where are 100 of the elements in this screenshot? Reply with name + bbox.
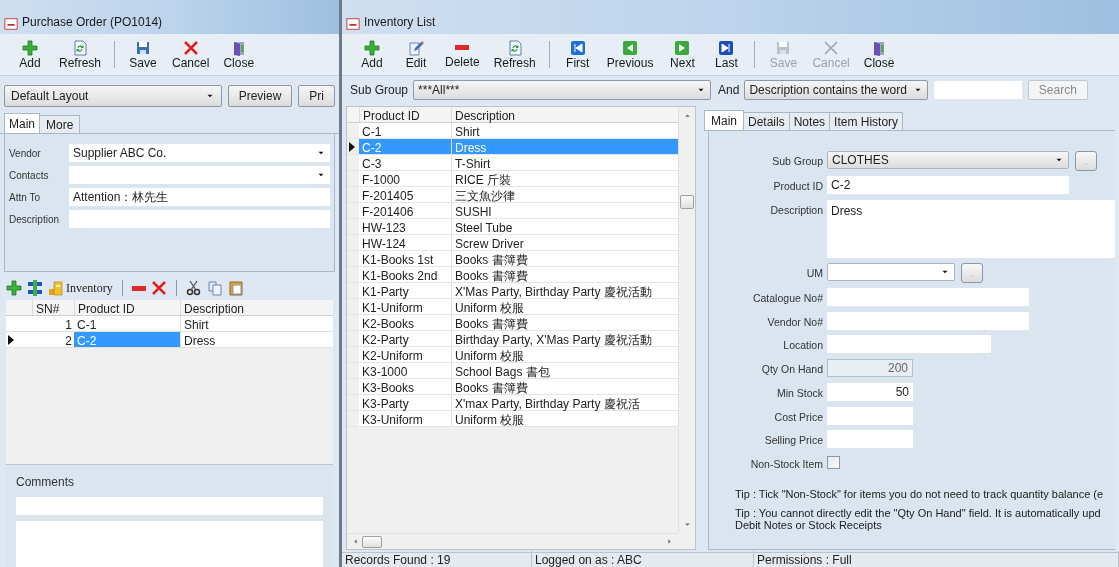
input-field[interactable]	[69, 210, 330, 228]
dropdown-field[interactable]	[69, 166, 330, 184]
comment-input-field[interactable]	[16, 497, 323, 515]
table-cell-text: K2-Uniform	[361, 348, 424, 362]
checkbox[interactable]	[827, 456, 840, 469]
paste-button[interactable]	[227, 280, 244, 296]
pencil-paper-icon	[408, 39, 424, 56]
tab[interactable]: More	[39, 115, 81, 133]
edit-button[interactable]: Edit	[394, 37, 438, 72]
grid-row[interactable]: 2 C-2 Dress	[6, 332, 333, 348]
scissors-icon	[185, 280, 202, 296]
list-row[interactable]: C-3 T-Shirt	[347, 155, 678, 171]
search-input-field[interactable]	[932, 80, 1023, 100]
horizontal-scrollbar[interactable]	[347, 533, 678, 549]
column-header: Product ID	[359, 107, 451, 122]
scrollbar-thumb[interactable]	[362, 535, 382, 548]
save-button[interactable]: Save	[121, 37, 166, 72]
first-button[interactable]: First	[555, 37, 600, 72]
input-field[interactable]: 200	[827, 359, 913, 377]
toolbar-button[interactable]: Pri	[298, 85, 335, 107]
next-button[interactable]: Next	[660, 37, 705, 72]
table-cell-text: F-201405	[361, 188, 415, 202]
table-cell-text: C-2	[361, 140, 383, 154]
list-row[interactable]: HW-123 Steel Tube	[347, 219, 678, 235]
sub-group-dropdown[interactable]: ***All***	[413, 80, 712, 100]
table-cell-text: 2	[64, 333, 73, 347]
close-button[interactable]: Close	[856, 37, 902, 72]
window-title: Purchase Order (PO1014)	[22, 14, 163, 31]
add-button[interactable]: Add	[8, 37, 52, 72]
input-field[interactable]	[827, 311, 1029, 330]
ellipsis-button[interactable]	[961, 262, 983, 283]
ellipsis-button[interactable]	[1075, 151, 1097, 171]
tab[interactable]: Notes	[788, 112, 831, 130]
grid-row[interactable]: 1 C-1 Shirt	[6, 316, 333, 332]
input-field[interactable]: C-2	[827, 176, 1069, 194]
list-row[interactable]: K1-Uniform Uniform 校服	[347, 299, 678, 315]
input-field[interactable]: 50	[827, 382, 913, 401]
dropdown-field[interactable]: Supplier ABC Co.	[69, 144, 330, 162]
add-button[interactable]: Add	[350, 37, 394, 72]
input-field[interactable]: Attention：林先生	[69, 188, 330, 206]
list-row[interactable]: K3-Books Books 書簿費	[347, 379, 678, 395]
plus-icon	[6, 280, 22, 296]
clear-button[interactable]	[150, 280, 167, 296]
text-area[interactable]: Dress	[827, 199, 1115, 258]
list-row[interactable]: C-1 Shirt	[347, 123, 678, 139]
list-row[interactable]: F-201405 三文魚沙律	[347, 187, 678, 203]
table-cell: C-2	[74, 332, 180, 347]
list-row[interactable]: HW-124 Screw Driver	[347, 235, 678, 251]
previous-button[interactable]: Previous	[599, 37, 661, 72]
delete-button[interactable]: Delete	[438, 37, 487, 72]
field-label: Min Stock	[775, 385, 823, 401]
table-cell-text: K1-Books 2nd	[361, 268, 439, 282]
table-cell-text: C-1	[361, 124, 383, 138]
skip-forward-icon	[718, 39, 735, 56]
filter-label: And	[718, 82, 740, 99]
cancel-button[interactable]: Cancel	[165, 37, 217, 72]
list-row[interactable]: F-201406 SUSHI	[347, 203, 678, 219]
input-field[interactable]	[827, 287, 1029, 306]
status-text: Logged on as : ABC	[532, 551, 754, 567]
tab[interactable]: Item History	[829, 112, 904, 130]
add-row-button[interactable]	[6, 280, 22, 296]
scrollbar-thumb[interactable]	[680, 195, 694, 210]
list-row[interactable]: K2-Party Birthday Party, X'Mas Party 慶祝活動	[347, 331, 678, 347]
list-row[interactable]: K3-Uniform Uniform 校服	[347, 411, 678, 427]
list-row[interactable]: K3-Party X'max Party, Birthday Party 慶祝活	[347, 395, 678, 411]
input-field[interactable]	[827, 335, 991, 354]
vertical-scrollbar[interactable]	[678, 107, 695, 533]
toolbar-button[interactable]: Preview	[227, 85, 293, 107]
list-row[interactable]: K1-Party X'Mas Party, Birthday Party 慶祝活動	[347, 283, 678, 299]
cut-button[interactable]	[185, 280, 202, 296]
field-label: Description	[769, 202, 823, 218]
list-row[interactable]: K1-Books 2nd Books 書簿費	[347, 267, 678, 283]
last-button[interactable]: Last	[704, 37, 749, 72]
refresh-button[interactable]: Refresh	[486, 37, 543, 72]
condition-dropdown[interactable]: Description contains the word	[744, 80, 928, 100]
table-cell-text: C-3	[361, 156, 383, 170]
field-label: Vendor	[9, 146, 42, 161]
input-field[interactable]	[827, 430, 913, 449]
copy-icon	[206, 280, 223, 296]
inventory-button[interactable]: Inventory	[48, 279, 113, 297]
refresh-button[interactable]: Refresh	[52, 37, 109, 72]
tab[interactable]: Main	[704, 110, 744, 130]
scroll-up-icon	[682, 111, 692, 120]
dropdown-field[interactable]: CLOTHES	[827, 151, 1069, 169]
input-field[interactable]	[827, 406, 913, 425]
close-button[interactable]: Close	[216, 37, 262, 72]
tab[interactable]: Details	[743, 112, 790, 130]
minus-icon	[455, 45, 470, 50]
tab[interactable]: Main	[4, 113, 40, 133]
list-row[interactable]: K2-Books Books 書簿費	[347, 315, 678, 331]
list-row[interactable]: F-1000 RICE 斤裝	[347, 171, 678, 187]
layout-dropdown[interactable]: Default Layout	[4, 85, 222, 107]
dropdown-field[interactable]	[827, 262, 955, 281]
list-row[interactable]: K3-1000 School Bags 書包	[347, 363, 678, 379]
row-indicator-icon	[349, 141, 355, 152]
field-label: Contacts	[9, 168, 50, 183]
insert-row-button[interactable]	[27, 280, 43, 296]
list-row[interactable]: K2-Uniform Uniform 校服	[347, 347, 678, 363]
table-cell-text: HW-124	[361, 236, 407, 250]
list-row[interactable]: K1-Books 1st Books 書簿費	[347, 251, 678, 267]
